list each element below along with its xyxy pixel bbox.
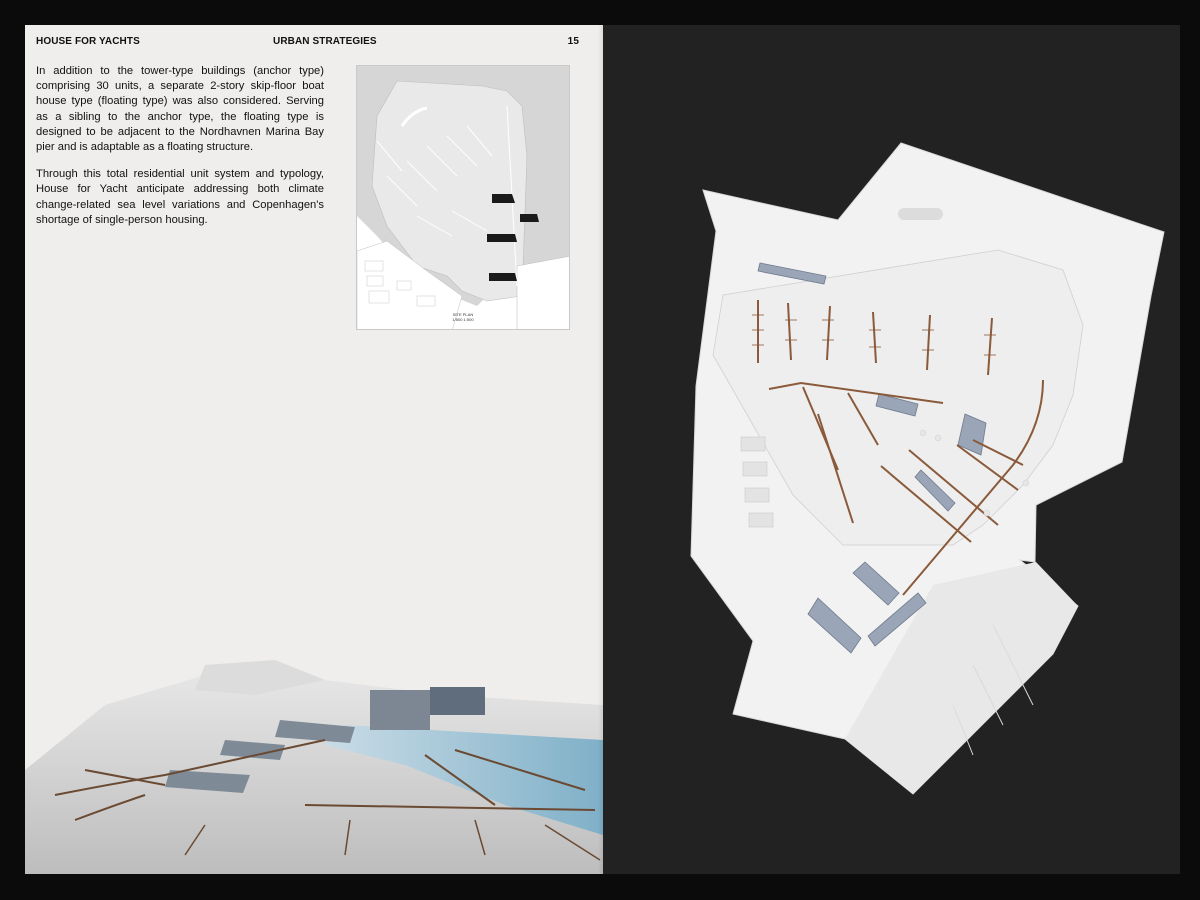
right-page (603, 25, 1180, 874)
site-plan-caption: SITE PLAN 1/500 1:500 (357, 312, 569, 322)
book-spread: HOUSE FOR YACHTS URBAN STRATEGIES 15 In … (25, 25, 1180, 874)
left-page: HOUSE FOR YACHTS URBAN STRATEGIES 15 In … (25, 25, 603, 874)
page-number: 15 (567, 36, 579, 47)
site-plan-drawing (357, 66, 569, 329)
paragraph: Through this total residential unit syst… (36, 168, 324, 226)
running-head: HOUSE FOR YACHTS URBAN STRATEGIES 15 (36, 36, 579, 50)
site-plan-figure: SITE PLAN 1/500 1:500 (356, 65, 570, 330)
running-head-title: HOUSE FOR YACHTS (36, 36, 140, 47)
running-head-section: URBAN STRATEGIES (273, 36, 377, 47)
site-model-photo (690, 142, 1165, 795)
perspective-model-photo (25, 645, 603, 874)
body-text: In addition to the tower-type buildings … (36, 64, 324, 240)
paragraph: In addition to the tower-type buildings … (36, 65, 324, 154)
site-plan-caption-scale: 1/500 1:500 (452, 317, 474, 322)
